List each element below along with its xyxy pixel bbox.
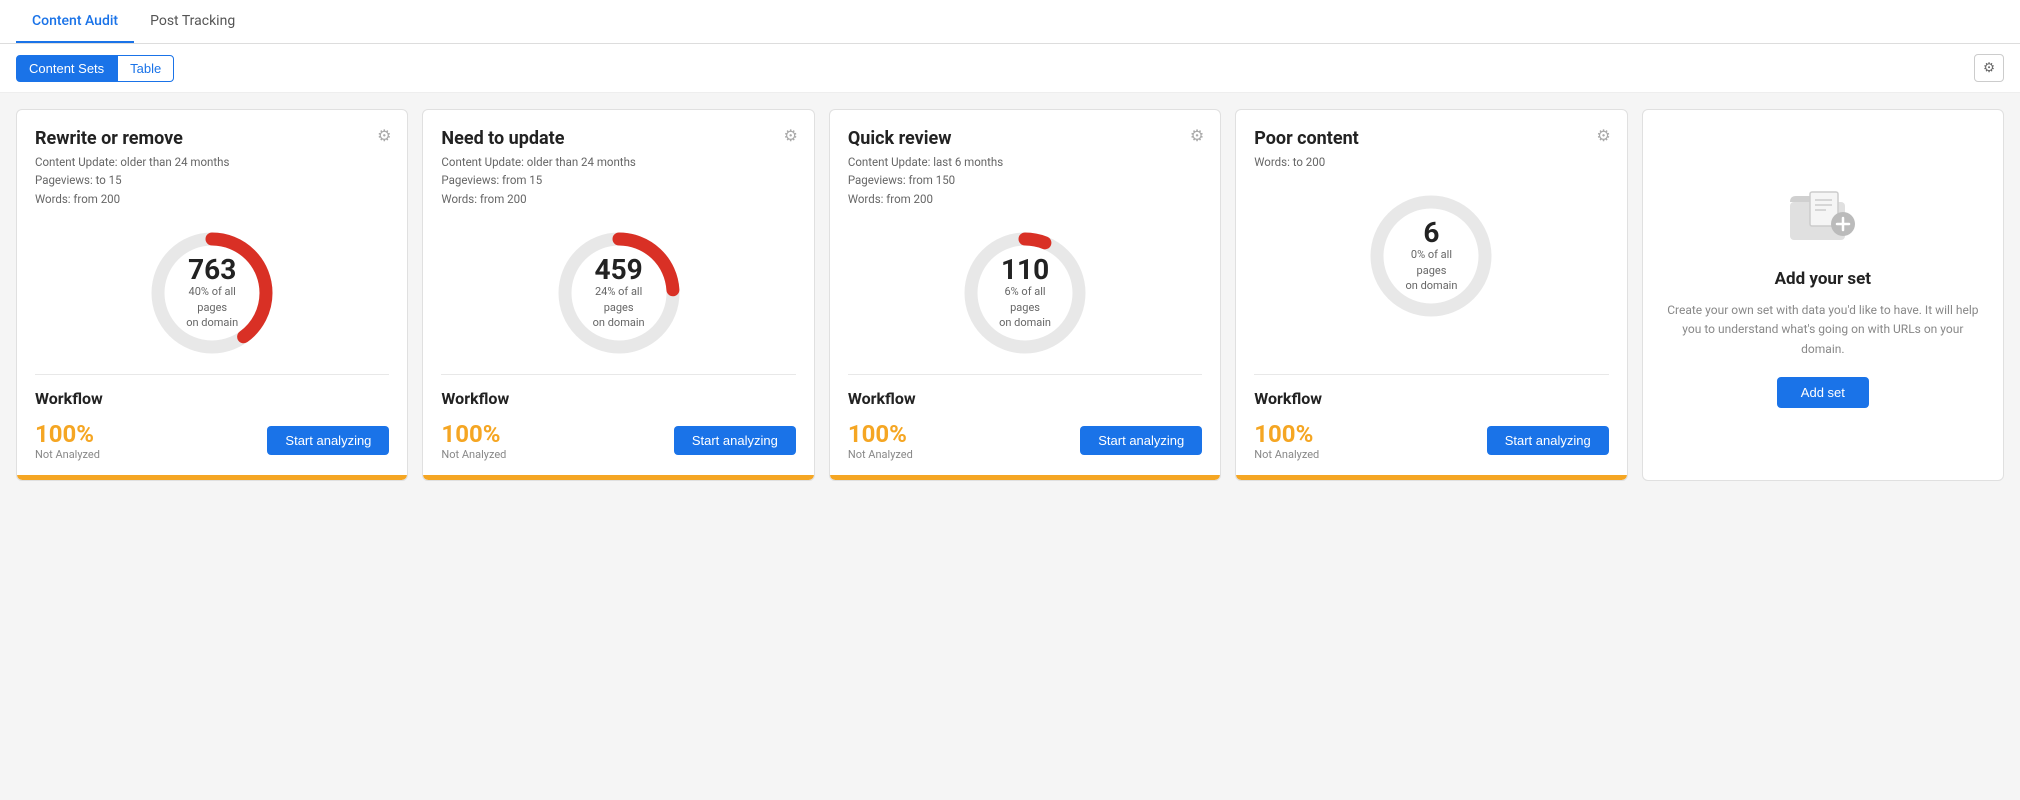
card-poor-content: Poor content ⚙ Words: to 200 6 0% of all…	[1235, 109, 1627, 481]
workflow-pct-group-quick-review: 100% Not Analyzed	[848, 420, 913, 461]
card-criteria-poor-content: Words: to 200	[1254, 153, 1608, 171]
workflow-row-rewrite-remove: 100% Not Analyzed Start analyzing	[35, 420, 389, 461]
workflow-pct-poor-content: 100%	[1254, 420, 1319, 448]
card-criteria-rewrite-remove: Content Update: older than 24 monthsPage…	[35, 153, 389, 208]
workflow-section-poor-content: Workflow 100% Not Analyzed Start analyzi…	[1236, 375, 1626, 475]
donut-container-quick-review: 110 6% of all pageson domain	[848, 218, 1202, 374]
add-set-icon	[1788, 182, 1858, 255]
card-title-need-to-update: Need to update	[441, 128, 795, 149]
donut-wrapper-rewrite-remove: 763 40% of all pageson domain	[147, 228, 277, 358]
workflow-sub-rewrite-remove: Not Analyzed	[35, 448, 100, 461]
workflow-section-need-to-update: Workflow 100% Not Analyzed Start analyzi…	[423, 375, 813, 475]
donut-label-need-to-update: 24% of all pageson domain	[593, 285, 645, 329]
card-footer-bar-rewrite-remove	[17, 475, 407, 480]
card-rewrite-remove: Rewrite or remove ⚙ Content Update: olde…	[16, 109, 408, 481]
workflow-title-rewrite-remove: Workflow	[35, 389, 389, 408]
donut-number-rewrite-remove: 763	[180, 256, 245, 284]
card-footer-bar-quick-review	[830, 475, 1220, 480]
add-set-title: Add your set	[1775, 269, 1871, 289]
card-inner-rewrite-remove: Rewrite or remove ⚙ Content Update: olde…	[17, 110, 407, 374]
workflow-pct-group-poor-content: 100% Not Analyzed	[1254, 420, 1319, 461]
workflow-pct-group-need-to-update: 100% Not Analyzed	[441, 420, 506, 461]
workflow-sub-poor-content: Not Analyzed	[1254, 448, 1319, 461]
card-need-to-update: Need to update ⚙ Content Update: older t…	[422, 109, 814, 481]
nav-tab-post-tracking[interactable]: Post Tracking	[134, 1, 251, 43]
donut-center-poor-content: 6 0% of all pageson domain	[1399, 219, 1464, 293]
start-analyzing-button-need-to-update[interactable]: Start analyzing	[674, 426, 796, 455]
workflow-title-poor-content: Workflow	[1254, 389, 1608, 408]
card-title-rewrite-remove: Rewrite or remove	[35, 128, 389, 149]
sub-nav-left: Content Sets Table	[16, 55, 174, 82]
card-gear-icon-need-to-update[interactable]: ⚙	[784, 126, 798, 145]
donut-wrapper-need-to-update: 459 24% of all pageson domain	[554, 228, 684, 358]
donut-center-quick-review: 110 6% of all pageson domain	[993, 256, 1058, 330]
donut-center-rewrite-remove: 763 40% of all pageson domain	[180, 256, 245, 330]
workflow-row-quick-review: 100% Not Analyzed Start analyzing	[848, 420, 1202, 461]
workflow-pct-need-to-update: 100%	[441, 420, 506, 448]
workflow-section-rewrite-remove: Workflow 100% Not Analyzed Start analyzi…	[17, 375, 407, 475]
donut-label-poor-content: 0% of all pageson domain	[1406, 248, 1458, 292]
donut-container-need-to-update: 459 24% of all pageson domain	[441, 218, 795, 374]
card-footer-bar-need-to-update	[423, 475, 813, 480]
donut-wrapper-quick-review: 110 6% of all pageson domain	[960, 228, 1090, 358]
start-analyzing-button-rewrite-remove[interactable]: Start analyzing	[267, 426, 389, 455]
nav-tab-content-audit[interactable]: Content Audit	[16, 1, 134, 43]
workflow-pct-rewrite-remove: 100%	[35, 420, 100, 448]
workflow-pct-quick-review: 100%	[848, 420, 913, 448]
donut-label-quick-review: 6% of all pageson domain	[999, 285, 1051, 329]
start-analyzing-button-quick-review[interactable]: Start analyzing	[1080, 426, 1202, 455]
donut-container-rewrite-remove: 763 40% of all pageson domain	[35, 218, 389, 374]
settings-gear-button[interactable]: ⚙	[1974, 54, 2004, 82]
donut-wrapper-poor-content: 6 0% of all pageson domain	[1366, 191, 1496, 321]
donut-number-quick-review: 110	[993, 256, 1058, 284]
donut-number-need-to-update: 459	[586, 256, 651, 284]
sub-nav: Content Sets Table ⚙	[0, 44, 2020, 93]
card-title-quick-review: Quick review	[848, 128, 1202, 149]
top-nav: Content Audit Post Tracking	[0, 0, 2020, 44]
card-footer-bar-poor-content	[1236, 475, 1626, 480]
workflow-section-quick-review: Workflow 100% Not Analyzed Start analyzi…	[830, 375, 1220, 475]
card-gear-icon-poor-content[interactable]: ⚙	[1596, 126, 1610, 145]
card-inner-need-to-update: Need to update ⚙ Content Update: older t…	[423, 110, 813, 374]
card-quick-review: Quick review ⚙ Content Update: last 6 mo…	[829, 109, 1221, 481]
card-gear-icon-quick-review[interactable]: ⚙	[1190, 126, 1204, 145]
donut-label-rewrite-remove: 40% of all pageson domain	[186, 285, 238, 329]
add-set-card: Add your set Create your own set with da…	[1642, 109, 2004, 481]
add-set-description: Create your own set with data you'd like…	[1667, 301, 1979, 359]
donut-container-poor-content: 6 0% of all pageson domain	[1254, 181, 1608, 337]
card-gear-icon-rewrite-remove[interactable]: ⚙	[377, 126, 391, 145]
card-inner-quick-review: Quick review ⚙ Content Update: last 6 mo…	[830, 110, 1220, 374]
card-inner-poor-content: Poor content ⚙ Words: to 200 6 0% of all…	[1236, 110, 1626, 374]
card-title-poor-content: Poor content	[1254, 128, 1608, 149]
workflow-sub-quick-review: Not Analyzed	[848, 448, 913, 461]
content-sets-button[interactable]: Content Sets	[16, 55, 117, 82]
main-content: Rewrite or remove ⚙ Content Update: olde…	[0, 93, 2020, 497]
workflow-row-poor-content: 100% Not Analyzed Start analyzing	[1254, 420, 1608, 461]
workflow-pct-group-rewrite-remove: 100% Not Analyzed	[35, 420, 100, 461]
workflow-sub-need-to-update: Not Analyzed	[441, 448, 506, 461]
donut-center-need-to-update: 459 24% of all pageson domain	[586, 256, 651, 330]
workflow-row-need-to-update: 100% Not Analyzed Start analyzing	[441, 420, 795, 461]
add-set-button[interactable]: Add set	[1777, 377, 1869, 408]
card-criteria-quick-review: Content Update: last 6 monthsPageviews: …	[848, 153, 1202, 208]
start-analyzing-button-poor-content[interactable]: Start analyzing	[1487, 426, 1609, 455]
table-button[interactable]: Table	[117, 55, 174, 82]
workflow-title-need-to-update: Workflow	[441, 389, 795, 408]
card-criteria-need-to-update: Content Update: older than 24 monthsPage…	[441, 153, 795, 208]
workflow-title-quick-review: Workflow	[848, 389, 1202, 408]
donut-number-poor-content: 6	[1399, 219, 1464, 247]
